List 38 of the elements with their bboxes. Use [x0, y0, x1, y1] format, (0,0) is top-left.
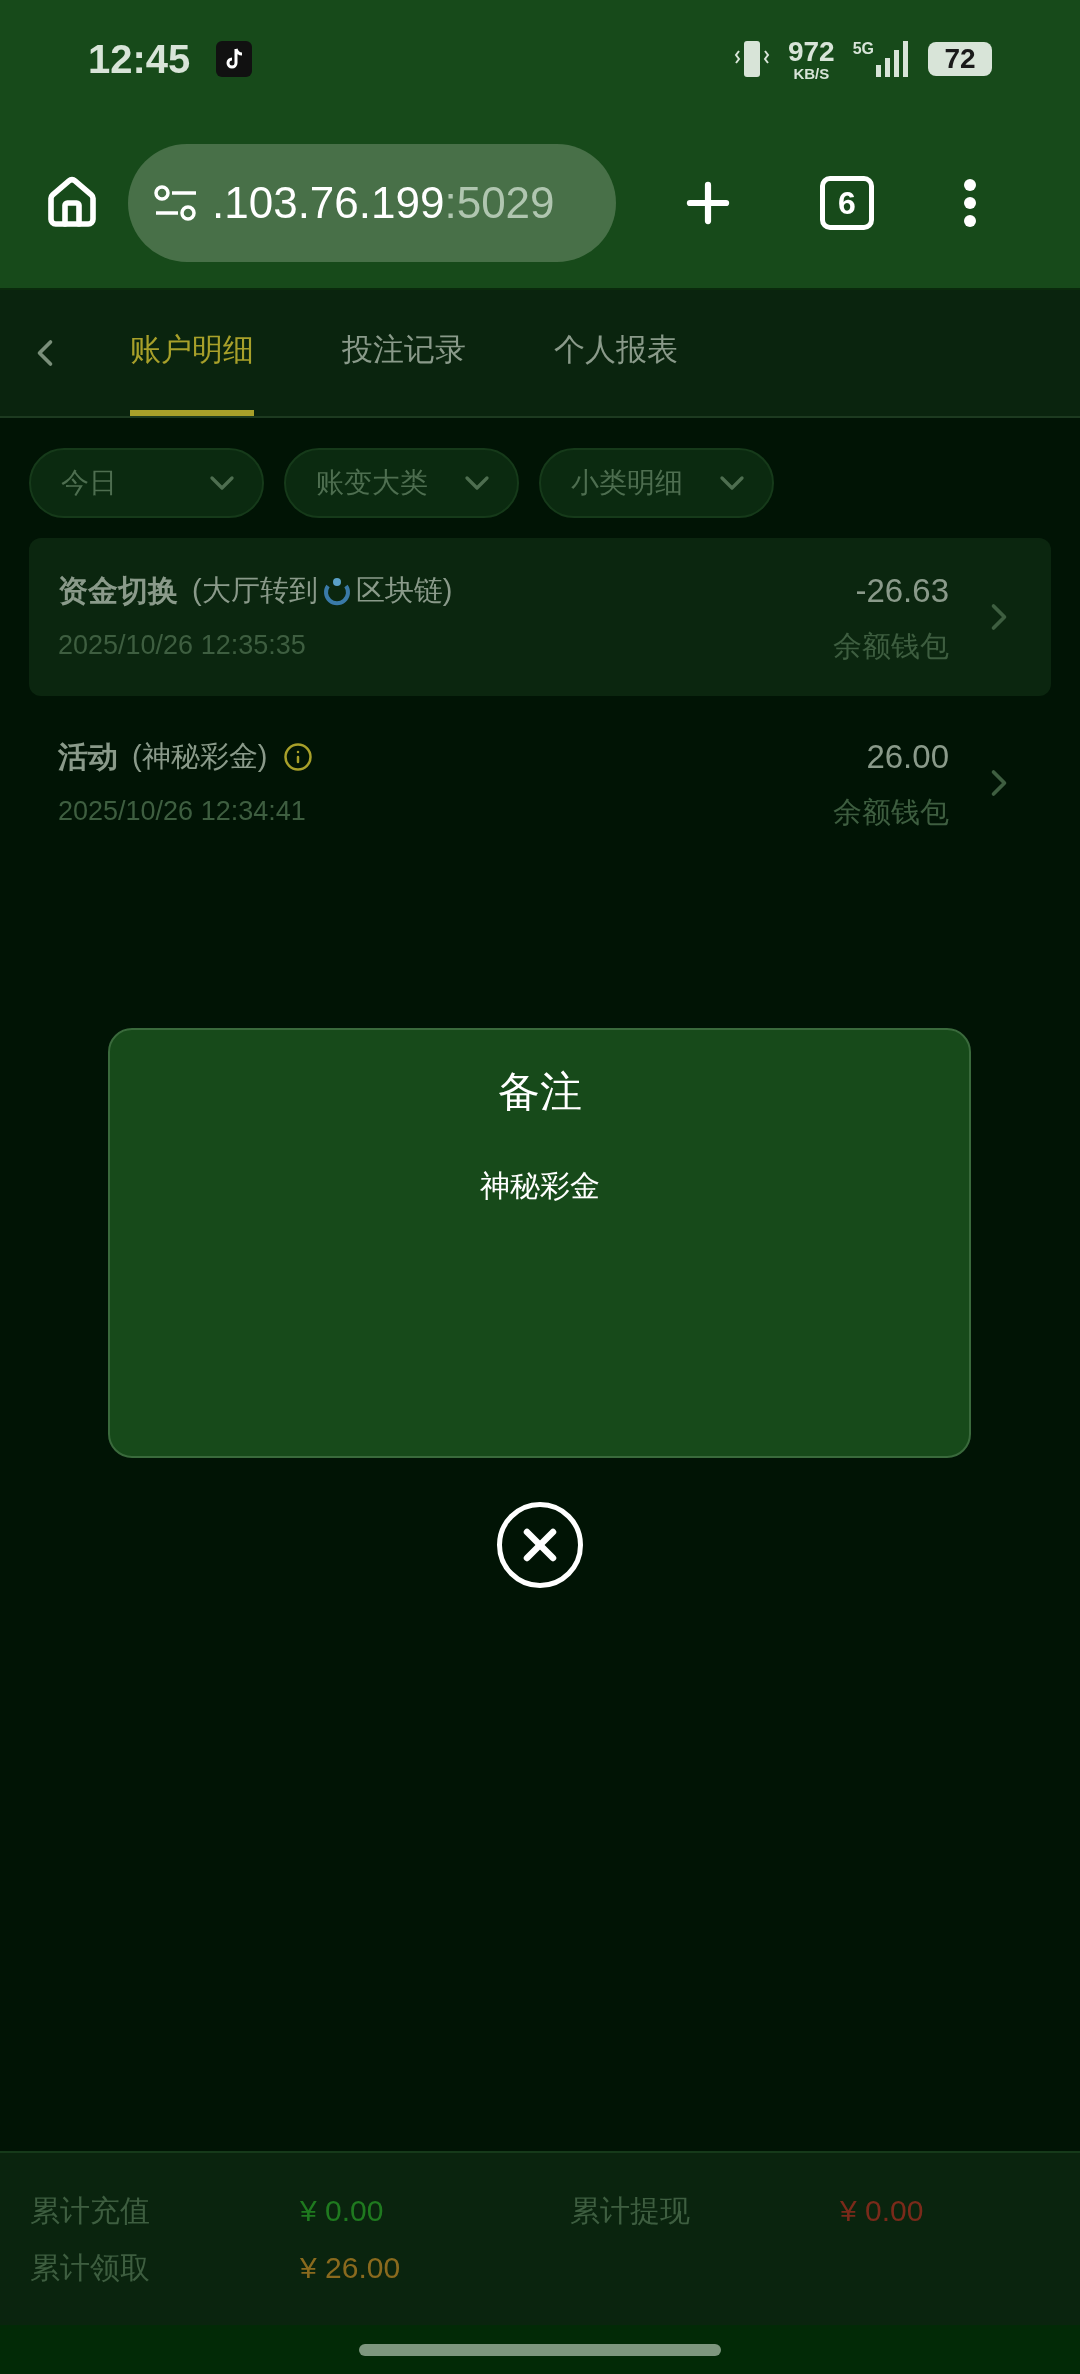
app-notification-icon	[216, 41, 253, 77]
record-row[interactable]: 活动 (神秘彩金) 2025/10/26 12:34:41 26.00 余额钱包	[29, 704, 1051, 862]
info-icon[interactable]	[283, 741, 314, 772]
dialog-title: 备注	[497, 1067, 582, 1117]
total-value: ¥ 0.00	[300, 2193, 385, 2229]
total-label: 累计充值	[30, 2193, 151, 2229]
network-type: 5G	[852, 41, 874, 57]
record-amount: 26.00	[866, 736, 949, 777]
wallet-label: 余额钱包	[833, 629, 949, 664]
close-button[interactable]	[497, 1502, 583, 1588]
dialog-content: 神秘彩金	[479, 1168, 600, 1204]
url-text: .103.76.199:5029	[212, 177, 555, 229]
wallet-label: 余额钱包	[833, 795, 949, 830]
status-time: 12:45	[88, 36, 191, 83]
menu-icon	[963, 178, 977, 228]
record-amount: -26.63	[855, 570, 949, 611]
total-value: ¥ 0.00	[840, 2193, 925, 2229]
record-detail: 区块链)	[355, 573, 453, 608]
total-label: 累计领取	[30, 2250, 151, 2286]
network-speed: 972	[787, 37, 835, 66]
record-title: 活动	[58, 739, 118, 776]
record-detail: (大厅转到	[192, 573, 318, 608]
signal-icon	[876, 41, 910, 77]
tab[interactable]: 个人报表	[554, 290, 678, 416]
record-time: 2025/10/26 12:35:35	[58, 629, 307, 663]
tab-count-button[interactable]: 6	[820, 176, 874, 230]
tab[interactable]: 投注记录	[342, 290, 466, 416]
tab[interactable]: 账户明细	[130, 290, 254, 416]
total-value: ¥ 26.00	[300, 2250, 402, 2286]
battery-indicator: 72	[928, 42, 992, 76]
record-row[interactable]: 资金切换 (大厅转到 区块链) 2025/10/26 12:35:35 -26.63 余额钱包	[29, 538, 1051, 696]
total-label: 累计提现	[570, 2193, 691, 2229]
record-title: 资金切换	[58, 573, 178, 610]
address-bar[interactable]: .103.76.199:5029	[128, 144, 616, 262]
record-detail: (神秘彩金)	[132, 739, 268, 774]
vibrate-icon	[733, 39, 770, 79]
record-time: 2025/10/26 12:34:41	[58, 795, 307, 829]
speed-unit: KB/S	[793, 65, 830, 81]
